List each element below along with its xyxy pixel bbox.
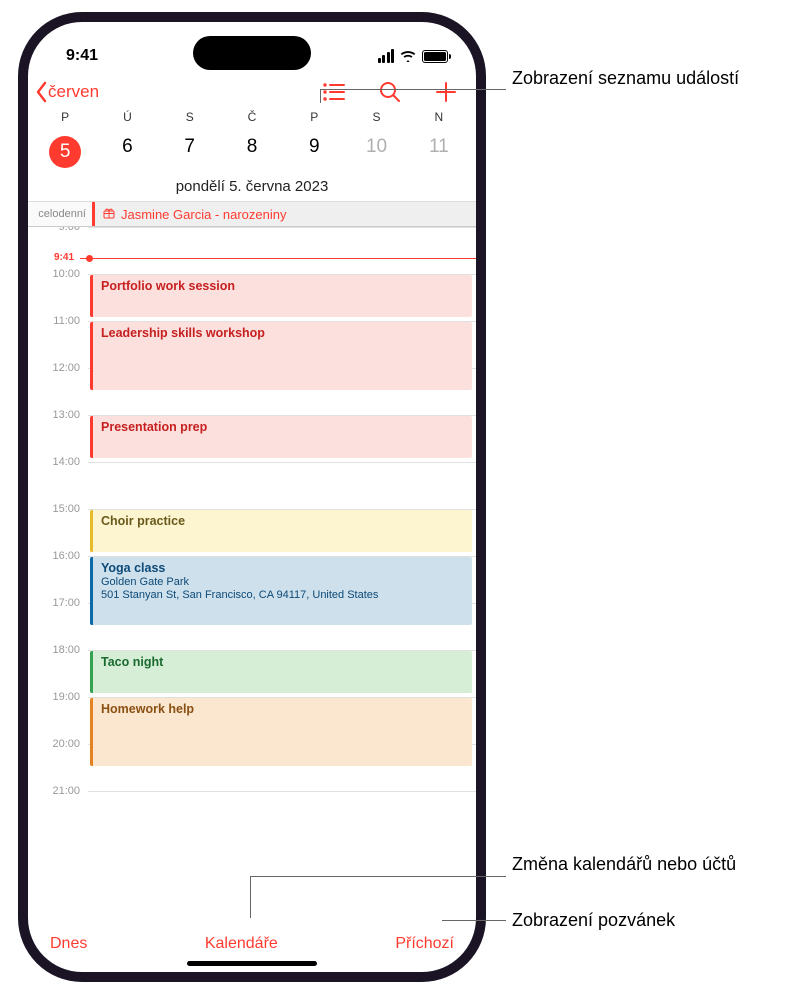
time-label: 14:00 [28,456,88,503]
time-label: 15:00 [28,503,88,550]
weeknum-row: 5 6 7 8 9 10 11 [34,130,470,176]
allday-row: celodenní Jasmine Garcia - narozeniny [28,202,476,227]
event-title: Homework help [101,702,464,717]
calendars-button[interactable]: Kalendáře [205,935,278,953]
allday-label: celodenní [28,202,92,226]
calendar-event[interactable]: Taco night [90,651,472,693]
time-row: 14:00 [28,462,476,509]
callout-line [442,920,506,921]
time-label: 12:00 [28,362,88,409]
callout-calendars: Změna kalendářů nebo účtů [512,852,782,876]
weekday-label: Č [221,110,283,130]
time-label: 11:00 [28,315,88,362]
dynamic-island [193,36,311,70]
weekday-row: P Ú S Č P S N [34,110,470,130]
time-label: 21:00 [28,785,88,832]
event-location: Golden Gate Park [101,576,464,589]
battery-icon [422,50,448,63]
plus-icon [435,81,457,103]
allday-event-title: Jasmine Garcia - narozeniny [121,207,286,222]
time-label: 20:00 [28,738,88,785]
event-address: 501 Stanyan St, San Francisco, CA 94117,… [101,589,464,602]
week-header: P Ú S Č P S N 5 6 7 8 9 10 11 [28,110,476,176]
hour-line [88,462,476,509]
now-time-label: 9:41 [54,252,74,263]
weekday-label: P [283,110,345,130]
now-indicator-line [80,258,476,259]
list-icon [322,82,346,102]
calendar-event[interactable]: Yoga classGolden Gate Park501 Stanyan St… [90,557,472,625]
status-right [378,49,449,63]
day-cell[interactable]: 10 [345,130,407,176]
day-cell[interactable]: 9 [283,130,345,176]
nav-bar: červen [28,76,476,110]
calendar-event[interactable]: Homework help [90,698,472,766]
wifi-icon [400,50,416,62]
search-button[interactable] [378,80,402,104]
day-cell[interactable]: 7 [159,130,221,176]
day-cell[interactable]: 11 [408,130,470,176]
day-cell[interactable]: 8 [221,130,283,176]
time-row: 21:00 [28,791,476,838]
bottom-toolbar: Dnes Kalendáře Příchozí [28,923,476,961]
cellular-signal-icon [378,49,395,63]
date-label: pondělí 5. června 2023 [28,176,476,202]
time-label: 17:00 [28,597,88,644]
callout-invites: Zobrazení pozvánek [512,908,782,932]
weekday-label: P [34,110,96,130]
status-time: 9:41 [66,47,98,65]
day-cell[interactable]: 6 [96,130,158,176]
time-label: 18:00 [28,644,88,691]
callout-line [320,89,506,90]
callout-line [250,876,251,918]
event-title: Taco night [101,655,464,670]
callout-line [320,89,321,103]
home-indicator[interactable] [187,961,317,966]
calendar-event[interactable]: Portfolio work session [90,275,472,317]
calendar-event[interactable]: Leadership skills workshop [90,322,472,390]
weekday-label: N [408,110,470,130]
back-button[interactable]: červen [34,81,99,103]
time-label: 19:00 [28,691,88,738]
search-icon [379,81,401,103]
time-label: 10:00 [28,268,88,315]
hour-line [88,791,476,838]
callout-line [250,876,506,877]
event-title: Leadership skills workshop [101,326,464,341]
back-label: červen [48,82,99,102]
chevron-left-icon [34,81,48,103]
event-title: Choir practice [101,514,464,529]
today-button[interactable]: Dnes [50,935,87,953]
weekday-label: Ú [96,110,158,130]
gift-icon [103,207,115,222]
event-title: Yoga class [101,561,464,576]
weekday-label: S [159,110,221,130]
inbox-button[interactable]: Příchozí [395,935,454,953]
timeline[interactable]: 9:41 9:0010:0011:0012:0013:0014:0015:001… [28,227,476,923]
event-title: Presentation prep [101,420,464,435]
add-button[interactable] [434,80,458,104]
weekday-label: S [345,110,407,130]
time-label: 16:00 [28,550,88,597]
time-label: 13:00 [28,409,88,456]
day-cell[interactable]: 5 [34,130,96,176]
list-view-button[interactable] [322,80,346,104]
calendar-event[interactable]: Choir practice [90,510,472,552]
event-title: Portfolio work session [101,279,464,294]
calendar-event[interactable]: Presentation prep [90,416,472,458]
hour-line [88,227,476,274]
allday-event[interactable]: Jasmine Garcia - narozeniny [92,202,476,226]
callout-listview: Zobrazení seznamu událostí [512,66,782,90]
time-row: 9:00 [28,227,476,274]
